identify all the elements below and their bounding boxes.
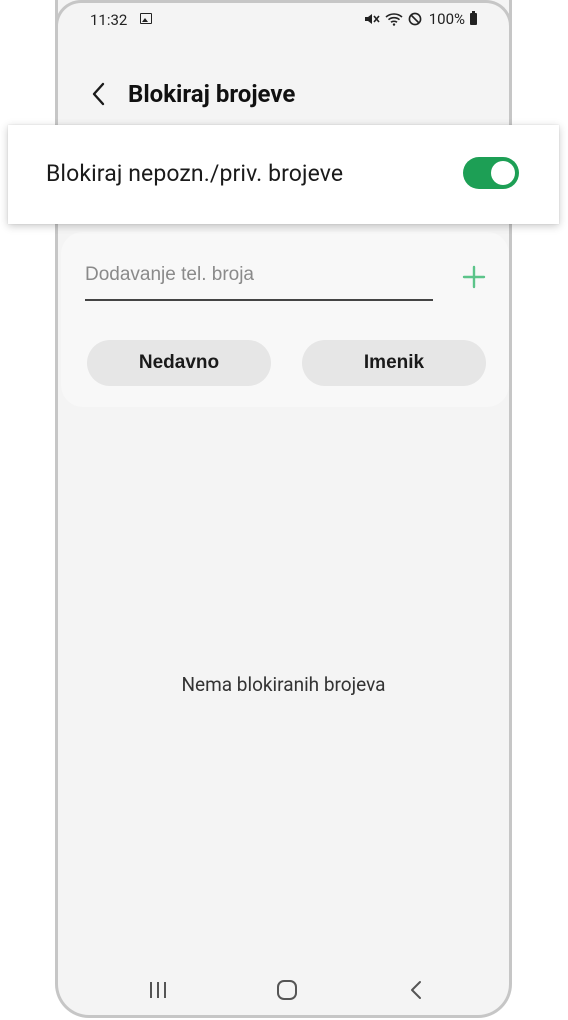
battery-icon <box>470 11 477 25</box>
block-unknown-toggle[interactable] <box>463 157 519 189</box>
add-number-panel: Nedavno Imenik <box>61 232 509 407</box>
contacts-button[interactable]: Imenik <box>302 340 486 386</box>
back-icon[interactable] <box>408 979 424 1001</box>
status-time: 11:32 <box>90 11 128 29</box>
block-unknown-label: Blokiraj nepozn./priv. brojeve <box>46 160 344 187</box>
phone-number-input[interactable] <box>85 257 433 301</box>
navigation-bar <box>58 965 509 1015</box>
recent-button[interactable]: Nedavno <box>87 340 271 386</box>
status-icons: 100% <box>364 10 477 28</box>
empty-list-message: Nema blokiranih brojeva <box>181 673 386 696</box>
page-title: Blokiraj brojeve <box>128 80 296 108</box>
back-arrow-icon[interactable] <box>86 80 114 108</box>
image-icon <box>140 13 152 24</box>
status-bar: 11:32 100% <box>58 0 509 40</box>
block-unknown-setting[interactable]: Blokiraj nepozn./priv. brojeve <box>8 125 559 224</box>
home-icon[interactable] <box>276 979 298 1001</box>
toggle-knob <box>491 161 515 185</box>
battery-percent: 100% <box>428 10 465 28</box>
do-not-disturb-icon <box>408 12 422 26</box>
wifi-icon <box>385 13 403 26</box>
mute-icon <box>364 14 380 24</box>
recents-icon[interactable] <box>146 980 170 1000</box>
plus-icon[interactable] <box>459 262 489 292</box>
